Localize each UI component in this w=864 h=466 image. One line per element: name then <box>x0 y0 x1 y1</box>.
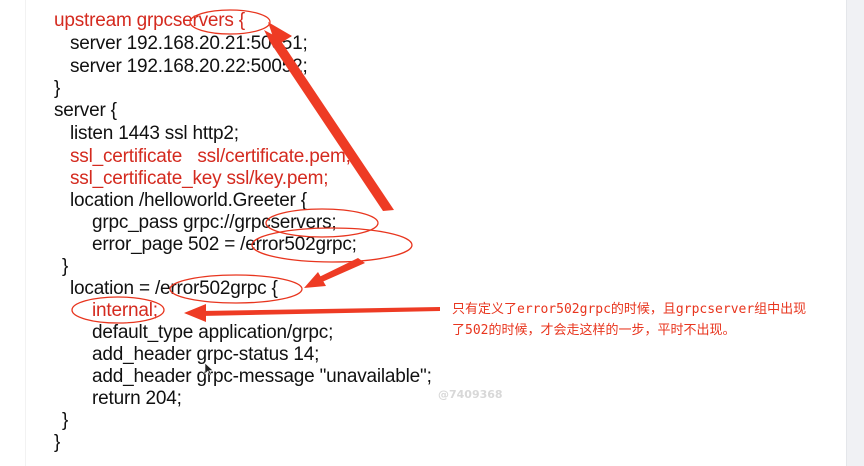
error-page-directive: error_page 502 = /error502grpc; <box>92 234 357 255</box>
arrow-to-error-location-head <box>304 272 326 288</box>
internal-directive: internal; <box>92 300 158 321</box>
server-block-close: } <box>54 432 61 453</box>
arrow-to-internal-head <box>184 304 206 322</box>
server-block-open: server { <box>54 100 117 121</box>
upstream-server-2: server 192.168.20.22:50052; <box>70 56 308 77</box>
upstream-server-1: server 192.168.20.21:50051; <box>70 33 308 54</box>
upstream-close-brace: } <box>54 78 61 99</box>
upstream-declaration: upstream grpcservers { <box>54 10 245 31</box>
location-error502: location = /error502grpc { <box>70 278 278 299</box>
screenshot-canvas: upstream grpcservers { server 192.168.20… <box>0 0 864 466</box>
note-line-2: 了502的时候，才会走这样的一步，平时不出现。 <box>452 323 736 338</box>
mouse-cursor-icon <box>204 362 214 376</box>
left-divider <box>25 0 26 466</box>
default-type-directive: default_type application/grpc; <box>92 322 334 343</box>
location-error502-close: } <box>62 410 69 431</box>
add-header-message: add_header grpc-message "unavailable"; <box>92 366 432 387</box>
location-greeter: location /helloworld.Greeter { <box>70 190 307 211</box>
right-side-panel <box>846 0 864 466</box>
return-directive: return 204; <box>92 388 182 409</box>
ssl-certificate-directive: ssl_certificate ssl/certificate.pem; <box>70 146 351 167</box>
watermark: @7409368 <box>438 388 503 401</box>
ssl-certificate-key-directive: ssl_certificate_key ssl/key.pem; <box>70 168 329 189</box>
grpc-pass-directive: grpc_pass grpc://grpcservers; <box>92 212 337 233</box>
note-line-1: 只有定义了error502grpc的时候，且grpcserver组中出现 <box>452 302 807 317</box>
listen-directive: listen 1443 ssl http2; <box>70 123 239 144</box>
arrow-to-error-location <box>317 258 365 282</box>
location-greeter-close: } <box>62 256 69 277</box>
arrow-to-internal <box>200 307 440 316</box>
